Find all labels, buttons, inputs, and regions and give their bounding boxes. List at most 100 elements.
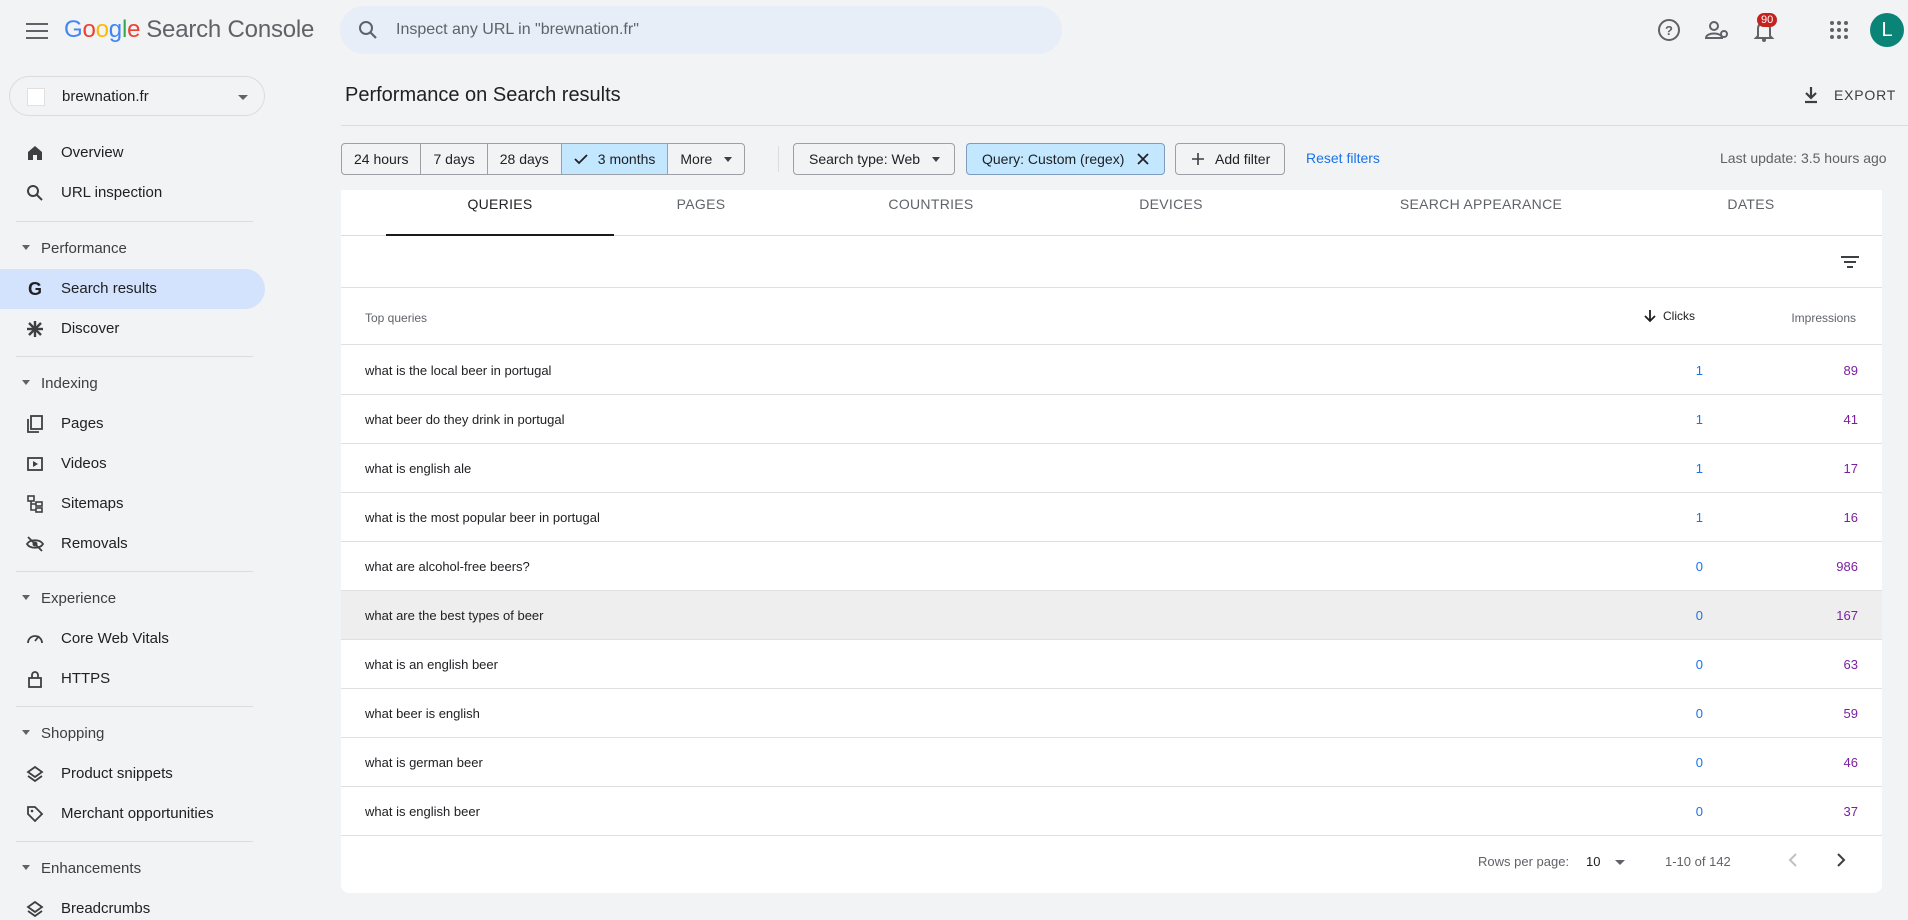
sidebar-section-indexing[interactable]: Indexing [0,365,265,401]
table-row[interactable]: what is english beer 0 37 [341,787,1882,836]
range-label: 24 hours [354,151,409,167]
chevron-down-icon [238,95,248,100]
column-header-label: Clicks [1663,309,1695,323]
svg-text:?: ? [1665,23,1673,38]
apps-grid-icon[interactable] [1825,16,1853,44]
tab-pages[interactable]: PAGES [611,190,791,236]
search-input[interactable] [396,18,1036,42]
tab-search-appearance[interactable]: SEARCH APPEARANCE [1351,190,1611,236]
sidebar-item-sitemaps[interactable]: Sitemaps [0,484,265,524]
sidebar-item-discover[interactable]: Discover [0,309,265,349]
table-header: Top queries Clicks Impressions [341,289,1882,345]
sidebar-item-pages[interactable]: Pages [0,404,265,444]
main-menu-icon[interactable] [22,18,52,42]
manage-users-icon[interactable] [1703,16,1731,44]
arrow-down-icon [1644,310,1656,323]
rows-per-page-label: Rows per page: [1478,854,1570,869]
sidebar-item-url-inspection[interactable]: URL inspection [0,173,265,213]
clicks-cell: 1 [1695,363,1703,378]
sidebar-section-performance[interactable]: Performance [0,230,265,266]
sidebar-item-search-results[interactable]: G Search results [0,269,265,309]
sitemap-icon [27,495,43,513]
sidebar-item-https[interactable]: HTTPS [0,659,265,699]
page-title: Performance on Search results [345,84,621,106]
clicks-cell: 1 [1695,461,1703,476]
table-row[interactable]: what is the most popular beer in portuga… [341,493,1882,542]
range-24-hours[interactable]: 24 hours [342,144,422,174]
pages-icon [27,415,43,433]
sidebar-item-videos[interactable]: Videos [0,444,265,484]
sidebar-divider [16,221,253,222]
range-7-days[interactable]: 7 days [421,144,488,174]
table-row[interactable]: what are alcohol-free beers? 0 986 [341,542,1882,591]
previous-page-icon[interactable] [1781,848,1805,872]
query-cell: what are the best types of beer [365,608,544,623]
avatar[interactable]: L [1870,13,1904,47]
table-row[interactable]: what are the best types of beer 0 167 [341,591,1882,640]
sidebar-item-merchant-opportunities[interactable]: Merchant opportunities [0,794,265,834]
table-row[interactable]: what beer is english 0 59 [341,689,1882,738]
tab-devices[interactable]: DEVICES [1081,190,1261,236]
tab-dates[interactable]: DATES [1681,190,1821,236]
chevron-down-icon[interactable] [1615,860,1625,865]
filter-icon[interactable] [1838,250,1862,274]
sidebar-section-experience[interactable]: Experience [0,580,265,616]
sidebar-section-enhancements[interactable]: Enhancements [0,850,265,886]
sidebar-item-core-web-vitals[interactable]: Core Web Vitals [0,619,265,659]
collapse-arrow-icon [22,245,30,250]
logo-letter: G [64,16,83,43]
sidebar-section-shopping[interactable]: Shopping [0,715,265,751]
table-row[interactable]: what is an english beer 0 63 [341,640,1882,689]
next-page-icon[interactable] [1829,848,1853,872]
home-icon [28,146,42,160]
range-28-days[interactable]: 28 days [488,144,562,174]
asterisk-icon [27,321,43,337]
property-name: brewnation.fr [62,88,149,105]
table-row[interactable]: what is the local beer in portugal 1 89 [341,346,1882,395]
column-header-impressions[interactable]: Impressions [1786,311,1856,325]
query-cell: what beer is english [365,706,480,721]
app-logo[interactable]: Google Search Console [64,16,314,44]
dimension-tabs: QUERIES PAGES COUNTRIES DEVICES SEARCH A… [341,190,1882,236]
property-selector[interactable]: brewnation.fr [9,76,265,116]
range-more[interactable]: More [668,144,744,174]
sidebar-item-removals[interactable]: Removals [0,524,265,564]
search-type-filter[interactable]: Search type: Web [793,143,956,175]
column-header-clicks[interactable]: Clicks [1643,309,1695,323]
clicks-cell: 0 [1695,657,1703,672]
site-favicon-icon [27,88,45,106]
chip-label: Query: Custom (regex) [982,151,1125,167]
sidebar-item-product-snippets[interactable]: Product snippets [0,754,265,794]
add-filter-button[interactable]: Add filter [1175,143,1286,175]
tab-countries[interactable]: COUNTRIES [831,190,1031,236]
impressions-cell: 63 [1843,657,1858,672]
sidebar-item-label: Product snippets [61,765,173,782]
help-icon[interactable]: ? [1655,16,1683,44]
tag-icon [27,806,44,823]
clicks-cell: 0 [1695,804,1703,819]
query-cell: what are alcohol-free beers? [365,559,530,574]
check-icon [574,154,588,165]
impressions-cell: 167 [1836,608,1858,623]
chevron-down-icon [724,156,733,162]
clicks-cell: 0 [1695,559,1703,574]
rows-per-page-select[interactable]: 10 [1586,854,1600,869]
impressions-cell: 37 [1843,804,1858,819]
sidebar-item-breadcrumbs[interactable]: Breadcrumbs [0,889,265,920]
table-row[interactable]: what is german beer 0 46 [341,738,1882,787]
page-range-text: 1-10 of 142 [1665,854,1731,869]
range-3-months[interactable]: 3 months [561,144,669,174]
logo-letter: o [95,16,109,43]
logo-letter: e [127,16,141,43]
reset-filters-link[interactable]: Reset filters [1306,150,1380,166]
url-inspect-search[interactable] [340,6,1062,54]
table-row[interactable]: what is english ale 1 17 [341,444,1882,493]
query-cell: what is german beer [365,755,483,770]
query-filter-chip[interactable]: Query: Custom (regex) [966,143,1166,175]
tab-queries[interactable]: QUERIES [386,190,614,236]
impressions-cell: 41 [1843,412,1858,427]
table-row[interactable]: what beer do they drink in portugal 1 41 [341,395,1882,444]
close-icon[interactable] [1136,152,1150,166]
sidebar-item-overview[interactable]: Overview [0,133,265,173]
query-cell: what is english beer [365,804,480,819]
